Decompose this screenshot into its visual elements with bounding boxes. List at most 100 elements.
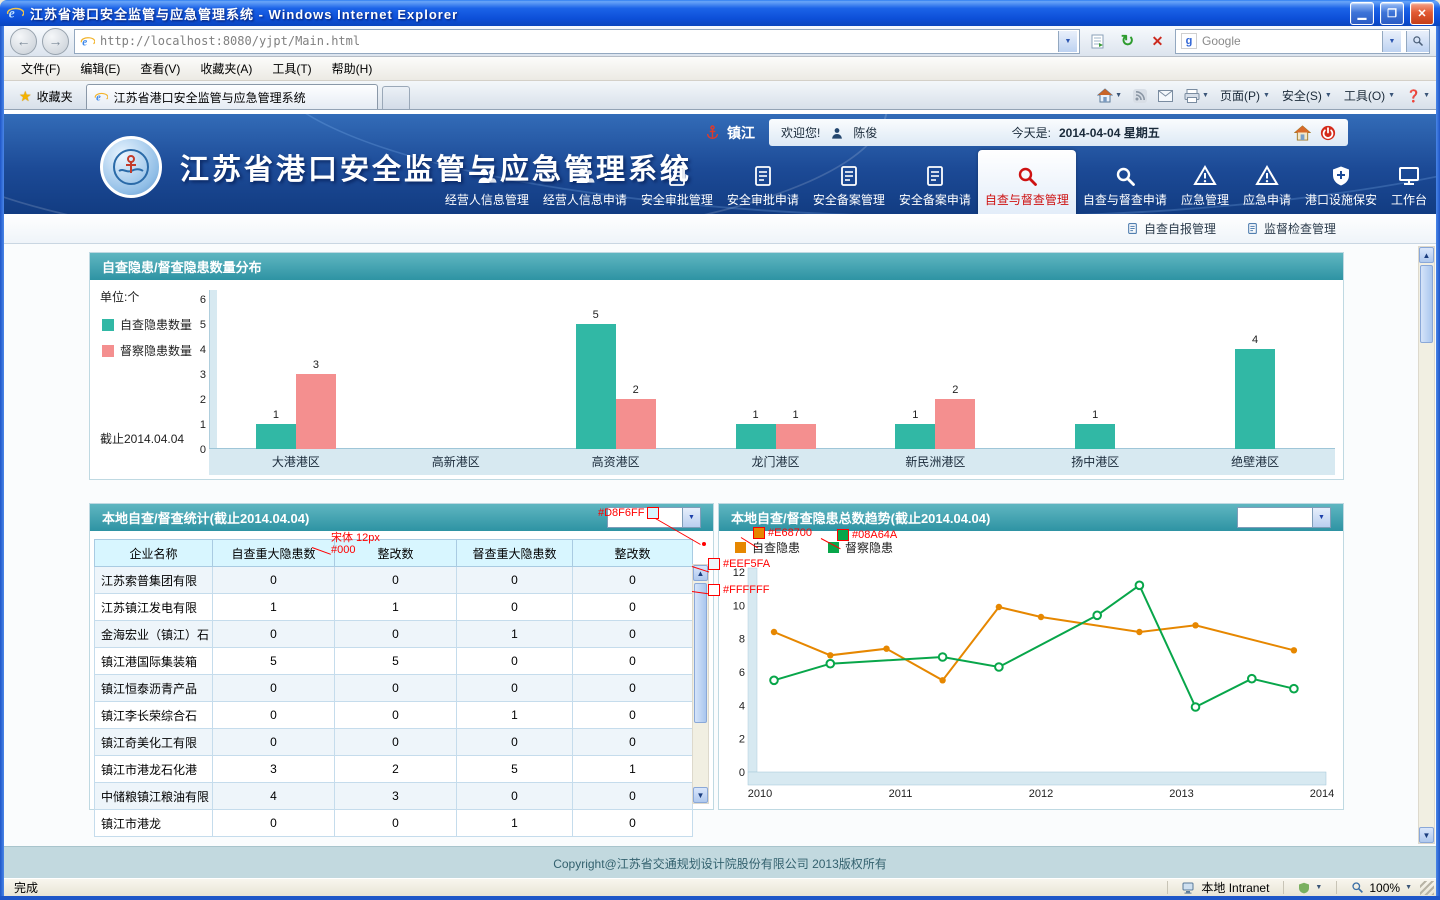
menu-item-0[interactable]: 文件(F) — [12, 58, 69, 79]
toolbar-text-buttons: 页面(P)▼ 安全(S)▼ 工具(O)▼ — [1220, 87, 1395, 104]
url-dropdown-button[interactable]: ▼ — [1058, 31, 1077, 52]
value-cell: 0 — [573, 567, 693, 594]
zoom-magnifier-icon — [1351, 881, 1364, 894]
back-button[interactable]: ← — [10, 28, 37, 55]
nav-item-10[interactable]: 港口设施保安 — [1298, 150, 1384, 214]
forward-button[interactable]: → — [42, 28, 69, 55]
tab-toolbar: ▼ ▼ 页面(P)▼ 安全(S)▼ 工具(O)▼ ❓▼ — [1097, 87, 1430, 109]
main-nav: 经营人信息管理经营人信息申请安全审批管理安全审批申请安全备案管理安全备案申请自查… — [292, 154, 1434, 214]
browser-window: e 江苏省港口安全监管与应急管理系统 - Windows Internet Ex… — [0, 0, 1440, 900]
header-color-annotation: #D8F6FF — [598, 507, 659, 519]
nav-item-3[interactable]: 安全审批申请 — [720, 150, 806, 214]
search-box[interactable]: g Google ▼ — [1175, 29, 1430, 54]
refresh-button[interactable]: ↻ — [1115, 29, 1140, 54]
tab-bar: ★ 收藏夹 e 江苏省港口安全监管与应急管理系统 ▼ ▼ — [4, 81, 1436, 110]
value-cell: 0 — [457, 594, 573, 621]
nav-item-0[interactable]: 经营人信息管理 — [438, 150, 536, 214]
title-bar[interactable]: e 江苏省港口安全监管与应急管理系统 - Windows Internet Ex… — [0, 0, 1440, 26]
y-tick-label: 3 — [200, 369, 206, 381]
home-button[interactable]: ▼ — [1097, 88, 1122, 103]
column-header: 整改数 — [573, 540, 693, 567]
table-row[interactable]: 江苏索普集团有限0000 — [95, 567, 693, 594]
search-button[interactable] — [1406, 31, 1429, 52]
bar-value-label: 1 — [776, 409, 816, 421]
table-row[interactable]: 镇江李长荣综合石0010 — [95, 702, 693, 729]
stop-button[interactable]: ✕ — [1145, 29, 1170, 54]
menu-item-1[interactable]: 编辑(E) — [71, 58, 129, 79]
scroll-down-icon[interactable]: ▼ — [693, 787, 708, 803]
annotation-dot — [702, 542, 706, 546]
value-cell: 5 — [457, 756, 573, 783]
submenu-item-0[interactable]: 自查自报管理 — [1126, 220, 1216, 237]
submenu-item-1[interactable]: 监督检查管理 — [1246, 220, 1336, 237]
logout-icon[interactable] — [1319, 124, 1336, 141]
search-engine-dropdown[interactable]: ▼ — [1382, 31, 1401, 52]
scroll-down-icon[interactable]: ▼ — [1419, 827, 1434, 843]
url-field[interactable]: e http://localhost:8080/yjpt/Main.html ▼ — [74, 29, 1080, 54]
mail-icon[interactable] — [1158, 90, 1173, 102]
list-icon — [1246, 222, 1259, 235]
table-row[interactable]: 镇江港国际集装箱5500 — [95, 648, 693, 675]
tab-active[interactable]: e 江苏省港口安全监管与应急管理系统 — [86, 84, 378, 109]
minimize-button[interactable]: ▁ — [1350, 2, 1374, 25]
toolbar-button-0[interactable]: 页面(P)▼ — [1220, 87, 1270, 104]
table-row[interactable]: 江苏镇江发电有限1100 — [95, 594, 693, 621]
new-tab-stub[interactable] — [382, 86, 410, 109]
value-cell: 0 — [457, 783, 573, 810]
menu-item-4[interactable]: 工具(T) — [263, 58, 320, 79]
scroll-up-icon[interactable]: ▲ — [1419, 247, 1434, 263]
toolbar-button-1[interactable]: 安全(S)▼ — [1282, 87, 1332, 104]
maximize-button[interactable]: ❐ — [1380, 2, 1404, 25]
protected-mode-indicator[interactable]: ▼ — [1290, 882, 1330, 894]
bar: 1 — [895, 424, 935, 449]
help-button[interactable]: ❓▼ — [1406, 89, 1430, 103]
dropdown-arrow-icon[interactable]: ▼ — [1312, 508, 1330, 527]
page-scroll-thumb[interactable] — [1420, 265, 1433, 343]
legend-label: 督察隐患 — [845, 539, 893, 556]
close-button[interactable]: ✕ — [1410, 2, 1434, 25]
print-button[interactable]: ▼ — [1184, 89, 1209, 103]
user-name[interactable]: 陈俊 — [853, 124, 877, 141]
table-scroll-thumb[interactable] — [694, 583, 707, 723]
nav-item-8[interactable]: 应急管理 — [1174, 150, 1236, 214]
bar-pair: 1 — [1075, 424, 1115, 449]
nav-item-5[interactable]: 安全备案申请 — [892, 150, 978, 214]
nav-item-9[interactable]: 应急申请 — [1236, 150, 1298, 214]
toolbar-button-2[interactable]: 工具(O)▼ — [1344, 87, 1395, 104]
home-shortcut-icon[interactable] — [1294, 124, 1311, 141]
chevron-down-icon: ▼ — [1263, 92, 1270, 99]
nav-item-2[interactable]: 安全审批管理 — [634, 150, 720, 214]
address-bar: ← → e http://localhost:8080/yjpt/Main.ht… — [4, 26, 1436, 57]
legend-item: 自查隐患 — [735, 539, 800, 556]
url-text[interactable]: http://localhost:8080/yjpt/Main.html — [100, 34, 1053, 48]
nav-item-11[interactable]: 工作台 — [1384, 150, 1434, 214]
nav-item-4[interactable]: 安全备案管理 — [806, 150, 892, 214]
value-cell: 0 — [457, 729, 573, 756]
favorites-button[interactable]: ★ 收藏夹 — [10, 84, 82, 109]
menu-item-3[interactable]: 收藏夹(A) — [191, 58, 261, 79]
table-row[interactable]: 镇江市港龙0010 — [95, 810, 693, 837]
page-scrollbar[interactable]: ▲ ▼ — [1418, 246, 1435, 844]
nav-item-6[interactable]: 自查与督查管理 — [978, 150, 1076, 214]
line-panel-header: 本地自查/督查隐患总数趋势(截止2014.04.04) ▼ — [719, 504, 1343, 531]
search-input[interactable]: Google — [1202, 34, 1377, 48]
bar: 3 — [296, 374, 336, 449]
trend-filter-dropdown[interactable]: ▼ — [1237, 507, 1331, 528]
zoom-control[interactable]: 100% ▼ — [1343, 881, 1420, 895]
table-row[interactable]: 金海宏业（镇江）石0010 — [95, 621, 693, 648]
table-row[interactable]: 镇江市港龙石化港3251 — [95, 756, 693, 783]
category-label: 龙门港区 — [696, 453, 856, 470]
menu-item-2[interactable]: 查看(V) — [131, 58, 189, 79]
feed-icon[interactable] — [1133, 89, 1147, 103]
dropdown-arrow-icon[interactable]: ▼ — [682, 508, 700, 527]
content-area: 自查隐患/督查隐患数量分布 单位:个 自查隐患数量督察隐患数量 截止2014.0… — [4, 244, 1436, 846]
compatibility-view-icon[interactable] — [1085, 29, 1110, 54]
nav-item-1[interactable]: 经营人信息申请 — [536, 150, 634, 214]
computer-icon — [1182, 882, 1196, 894]
table-row[interactable]: 镇江恒泰沥青产品0000 — [95, 675, 693, 702]
table-scrollbar[interactable]: ▲ ▼ — [692, 564, 709, 804]
menu-item-5[interactable]: 帮助(H) — [323, 58, 382, 79]
table-row[interactable]: 镇江奇美化工有限0000 — [95, 729, 693, 756]
table-row[interactable]: 中储粮镇江粮油有限4300 — [95, 783, 693, 810]
nav-item-7[interactable]: 自查与督查申请 — [1076, 150, 1174, 214]
